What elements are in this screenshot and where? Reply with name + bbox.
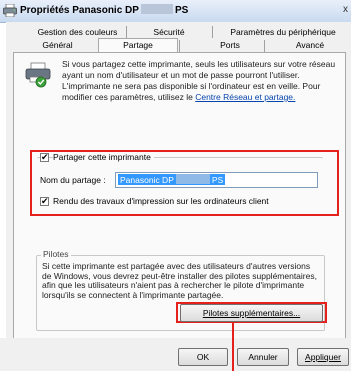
share-name-value: Panasonic DP PS: [118, 174, 226, 185]
render-client-label: Rendu des travaux d'impression sur les o…: [53, 196, 269, 206]
annotation-pointer-line: [232, 338, 234, 371]
share-checkmark: ✔: [41, 152, 49, 162]
shared-printer-icon: [25, 62, 51, 88]
drivers-info-text: Si cette imprimante est partagée avec de…: [42, 261, 317, 300]
tab-avance[interactable]: Avancé: [275, 40, 345, 50]
cancel-button[interactable]: Annuler: [237, 348, 289, 366]
tab-divider: [126, 26, 127, 38]
window-title-right: PS: [174, 5, 189, 16]
tab-general[interactable]: Général: [20, 40, 95, 50]
tab-divider: [212, 26, 213, 38]
title-bar: Propriétés Panasonic DP PS x: [0, 0, 351, 23]
additional-drivers-button[interactable]: Pilotes supplémentaires...: [180, 304, 323, 322]
apply-button[interactable]: Appliquer: [297, 348, 349, 366]
network-center-link[interactable]: Centre Réseau et partage.: [195, 92, 295, 102]
tab-gestion-des-couleurs[interactable]: Gestion des couleurs: [30, 27, 125, 37]
render-client-checkbox[interactable]: ✔: [40, 196, 49, 206]
ok-button[interactable]: OK: [178, 348, 228, 366]
close-button[interactable]: x: [343, 4, 348, 15]
share-name-input[interactable]: Panasonic DP PS: [115, 172, 318, 188]
share-name-label: Nom du partage :: [40, 175, 106, 185]
tab-divider: [179, 40, 180, 52]
window-title-left: Propriétés Panasonic DP: [20, 5, 139, 16]
share-printer-label: Partager cette imprimante: [53, 152, 154, 162]
tab-partage[interactable]: Partage: [98, 38, 178, 53]
share-printer-checkbox[interactable]: ✔: [40, 152, 49, 162]
drivers-group-label: Pilotes: [41, 249, 71, 259]
tab-divider: [264, 40, 265, 52]
printer-icon: [3, 4, 17, 17]
redaction-mask: [140, 4, 173, 14]
tab-securite[interactable]: Sécurité: [140, 27, 198, 37]
render-checkmark: ✔: [41, 196, 49, 206]
redaction-mask: [175, 174, 210, 184]
tab-parametres-peripherique[interactable]: Paramètres du périphérique: [218, 27, 348, 37]
sharing-info-text: Si vous partagez cette imprimante, seuls…: [62, 59, 348, 103]
window-title: Propriétés Panasonic DP PS: [20, 4, 188, 16]
tab-ports[interactable]: Ports: [210, 40, 250, 50]
